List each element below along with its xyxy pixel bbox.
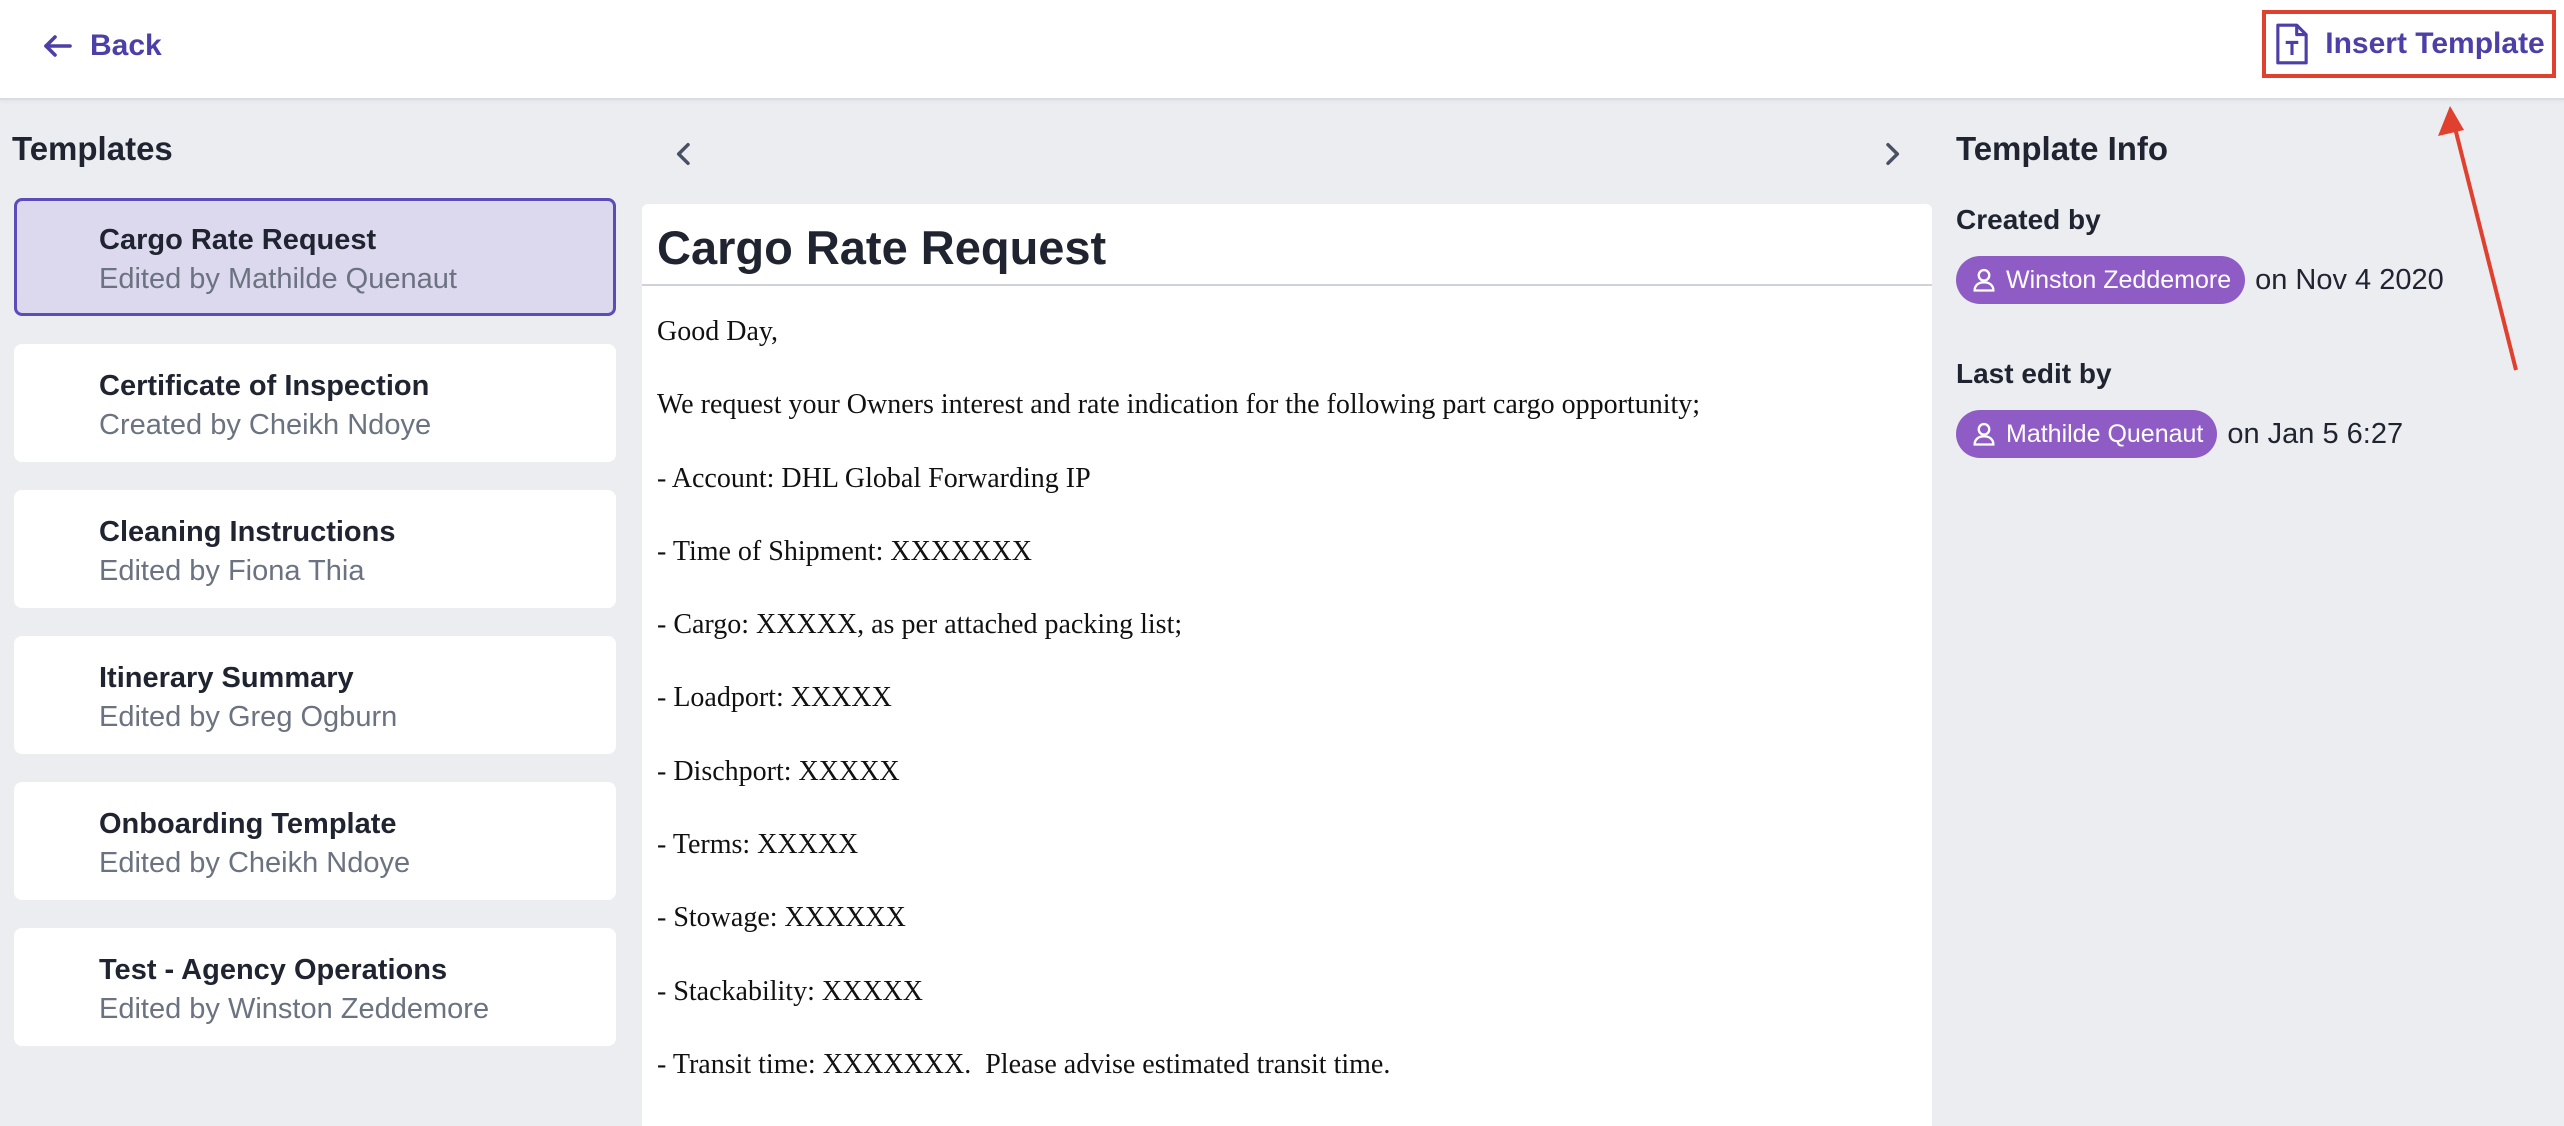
created-by-user-chip[interactable]: Winston Zeddemore: [1956, 256, 2246, 304]
document-line: - Terms: XXXXX: [657, 829, 859, 861]
template-item-cargo-rate-request[interactable]: Cargo Rate Request Edited by Mathilde Qu…: [14, 198, 616, 316]
template-preview: Cargo Rate Request Good Day, We request …: [642, 204, 1932, 1126]
template-name: Cargo Rate Request: [99, 224, 377, 256]
last-edit-row: Mathilde Quenaut on Jan 5 6:27: [1956, 410, 2403, 458]
arrow-left-icon: [44, 35, 72, 57]
template-edited-by: Created by Cheikh Ndoye: [99, 409, 432, 441]
last-edit-date: on Jan 5 6:27: [2227, 417, 2404, 450]
last-edit-user-name: Mathilde Quenaut: [2006, 419, 2204, 448]
template-info-heading: Template Info: [1956, 130, 2169, 167]
document-template-icon: [2276, 23, 2308, 65]
templates-heading: Templates: [12, 130, 173, 167]
created-date: on Nov 4 2020: [2255, 263, 2444, 296]
template-edited-by: Edited by Greg Ogburn: [99, 701, 398, 733]
next-template-button[interactable]: [1870, 132, 1914, 176]
document-line: - Dischport: XXXXX: [657, 755, 900, 787]
template-edited-by: Edited by Mathilde Quenaut: [99, 263, 457, 295]
created-by-label: Created by: [1956, 204, 2101, 235]
template-edited-by: Edited by Fiona Thia: [99, 555, 365, 587]
template-name: Cleaning Instructions: [99, 516, 396, 548]
document-line: - Account: DHL Global Forwarding IP: [657, 462, 1091, 494]
template-item-onboarding-template[interactable]: Onboarding Template Edited by Cheikh Ndo…: [14, 782, 616, 900]
template-name: Certificate of Inspection: [99, 370, 430, 402]
insert-template-label: Insert Template: [2325, 27, 2545, 60]
document-title: Cargo Rate Request: [642, 204, 1932, 286]
document-line: - Transit time: XXXXXXX. Please advise e…: [657, 1048, 1391, 1080]
document-line: - Stowage: XXXXXX: [657, 902, 906, 934]
document-line: Good Day,: [657, 316, 779, 347]
document-line: - Time of Shipment: XXXXXXX: [657, 535, 1032, 567]
template-name: Itinerary Summary: [99, 662, 354, 694]
template-edited-by: Edited by Cheikh Ndoye: [99, 847, 411, 879]
last-edit-user-chip[interactable]: Mathilde Quenaut: [1956, 410, 2218, 458]
last-edit-by-label: Last edit by: [1956, 358, 2112, 389]
insert-template-button[interactable]: Insert Template: [2262, 10, 2556, 78]
template-item-certificate-of-inspection[interactable]: Certificate of Inspection Created by Che…: [14, 344, 616, 462]
document-line: - Stackability: XXXXX: [657, 975, 923, 1007]
created-by-user-name: Winston Zeddemore: [2006, 265, 2232, 294]
template-item-test-agency-operations[interactable]: Test - Agency Operations Edited by Winst…: [14, 928, 616, 1046]
back-button[interactable]: Back: [40, 22, 162, 70]
annotation-arrow-icon: [2438, 106, 2518, 371]
top-bar: Back Insert Template: [0, 0, 2564, 100]
chevron-left-icon: [676, 142, 690, 166]
template-item-cleaning-instructions[interactable]: Cleaning Instructions Edited by Fiona Th…: [14, 490, 616, 608]
user-icon: [1973, 422, 1995, 446]
created-by-row: Winston Zeddemore on Nov 4 2020: [1956, 256, 2444, 304]
back-label: Back: [90, 29, 162, 62]
template-name: Onboarding Template: [99, 808, 397, 840]
template-edited-by: Edited by Winston Zeddemore: [99, 993, 490, 1025]
template-item-itinerary-summary[interactable]: Itinerary Summary Edited by Greg Ogburn: [14, 636, 616, 754]
user-icon: [1973, 268, 1995, 292]
document-line: We request your Owners interest and rate…: [657, 389, 1701, 421]
document-body: Good Day, We request your Owners interes…: [642, 286, 1932, 1120]
template-name: Test - Agency Operations: [99, 954, 448, 986]
template-list: Cargo Rate Request Edited by Mathilde Qu…: [14, 198, 616, 1074]
document-line: - Cargo: XXXXX, as per attached packing …: [657, 609, 1183, 641]
document-line: - Loadport: XXXXX: [657, 682, 892, 714]
chevron-right-icon: [1886, 142, 1900, 166]
previous-template-button[interactable]: [662, 132, 706, 176]
